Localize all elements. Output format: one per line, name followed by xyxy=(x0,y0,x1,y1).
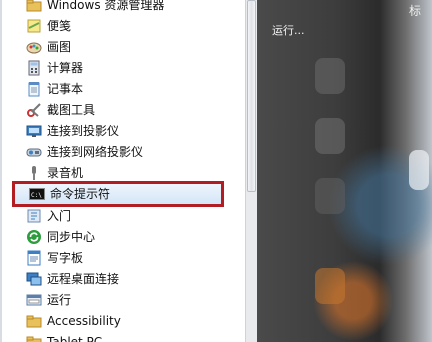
menu-item-windows-explorer[interactable]: Windows 资源管理器 xyxy=(26,0,236,15)
sticky-notes-icon xyxy=(26,18,42,34)
menu-item-sound-recorder[interactable]: 录音机 xyxy=(26,163,236,183)
menu-item-notepad[interactable]: 记事本 xyxy=(26,79,236,99)
menu-item-label: 画图 xyxy=(47,40,72,54)
folder-explorer-icon xyxy=(26,0,42,13)
menu-edge xyxy=(0,0,2,342)
menu-item-connect-projector[interactable]: 连接到投影仪 xyxy=(26,121,236,141)
menu-item-label: 写字板 xyxy=(47,251,84,265)
blurred-desktop-icon xyxy=(409,150,429,190)
folder-icon xyxy=(26,334,42,342)
menu-item-paint[interactable]: 画图 xyxy=(26,37,236,57)
menu-item-sticky-notes[interactable]: 便笺 xyxy=(26,16,236,36)
menu-item-label: Windows 资源管理器 xyxy=(47,0,165,12)
paint-icon xyxy=(26,39,42,55)
start-menu-program-list: Windows 资源管理器 便笺 画图 计算器 记事本 截图工具 连接到投影仪 … xyxy=(0,0,245,342)
network-projector-icon xyxy=(26,144,42,160)
menu-item-label: 命令提示符 xyxy=(50,187,111,201)
menu-item-wordpad[interactable]: 写字板 xyxy=(26,248,236,268)
svg-text:C:\: C:\ xyxy=(31,192,42,199)
menu-item-accessibility-folder[interactable]: Accessibility xyxy=(26,311,236,331)
menu-item-label: 连接到网络投影仪 xyxy=(47,145,144,159)
menu-item-label: 记事本 xyxy=(47,82,84,96)
menu-item-label: 入门 xyxy=(47,209,72,223)
menu-item-label: 截图工具 xyxy=(47,103,96,117)
menu-item-getting-started[interactable]: 入门 xyxy=(26,206,236,226)
blurred-desktop-icon xyxy=(315,118,345,154)
menu-item-tablet-pc-folder[interactable]: Tablet PC xyxy=(26,332,236,342)
menu-item-run[interactable]: 运行 xyxy=(26,290,236,310)
folder-icon xyxy=(26,313,42,329)
getting-started-icon xyxy=(26,208,42,224)
corner-label: 标 xyxy=(409,4,422,18)
menu-item-label: 连接到投影仪 xyxy=(47,124,120,138)
menu-item-label: 远程桌面连接 xyxy=(47,272,120,286)
calculator-icon xyxy=(26,60,42,76)
menu-item-label: 同步中心 xyxy=(47,230,96,244)
run-icon xyxy=(26,292,42,308)
menu-item-sync-center[interactable]: 同步中心 xyxy=(26,227,236,247)
menu-item-label: 计算器 xyxy=(47,61,84,75)
menu-item-label: Tablet PC xyxy=(47,335,103,342)
notepad-icon xyxy=(26,81,42,97)
run-label: 运行... xyxy=(272,24,305,37)
menu-item-connect-network-projector[interactable]: 连接到网络投影仪 xyxy=(26,142,236,162)
menu-scrollbar[interactable] xyxy=(245,0,257,342)
menu-item-label: 录音机 xyxy=(47,166,84,180)
blurred-desktop-icon xyxy=(315,178,345,214)
blurred-desktop-icon xyxy=(315,58,345,94)
snipping-tool-icon xyxy=(26,102,42,118)
menu-item-remote-desktop[interactable]: 远程桌面连接 xyxy=(26,269,236,289)
menu-item-command-prompt[interactable]: C:\ 命令提示符 xyxy=(12,181,224,207)
menu-item-calculator[interactable]: 计算器 xyxy=(26,58,236,78)
wordpad-icon xyxy=(26,250,42,266)
scrollbar-thumb[interactable] xyxy=(247,0,256,192)
sync-icon xyxy=(26,229,42,245)
command-prompt-icon: C:\ xyxy=(29,186,45,202)
desktop-background xyxy=(257,0,432,342)
blurred-desktop-icon xyxy=(315,268,345,304)
remote-desktop-icon xyxy=(26,271,42,287)
menu-item-label: 运行 xyxy=(47,293,72,307)
menu-item-label: 便笺 xyxy=(47,19,72,33)
projector-icon xyxy=(26,123,42,139)
menu-item-label: Accessibility xyxy=(47,314,121,328)
microphone-icon xyxy=(26,165,42,181)
menu-item-snipping-tool[interactable]: 截图工具 xyxy=(26,100,236,120)
